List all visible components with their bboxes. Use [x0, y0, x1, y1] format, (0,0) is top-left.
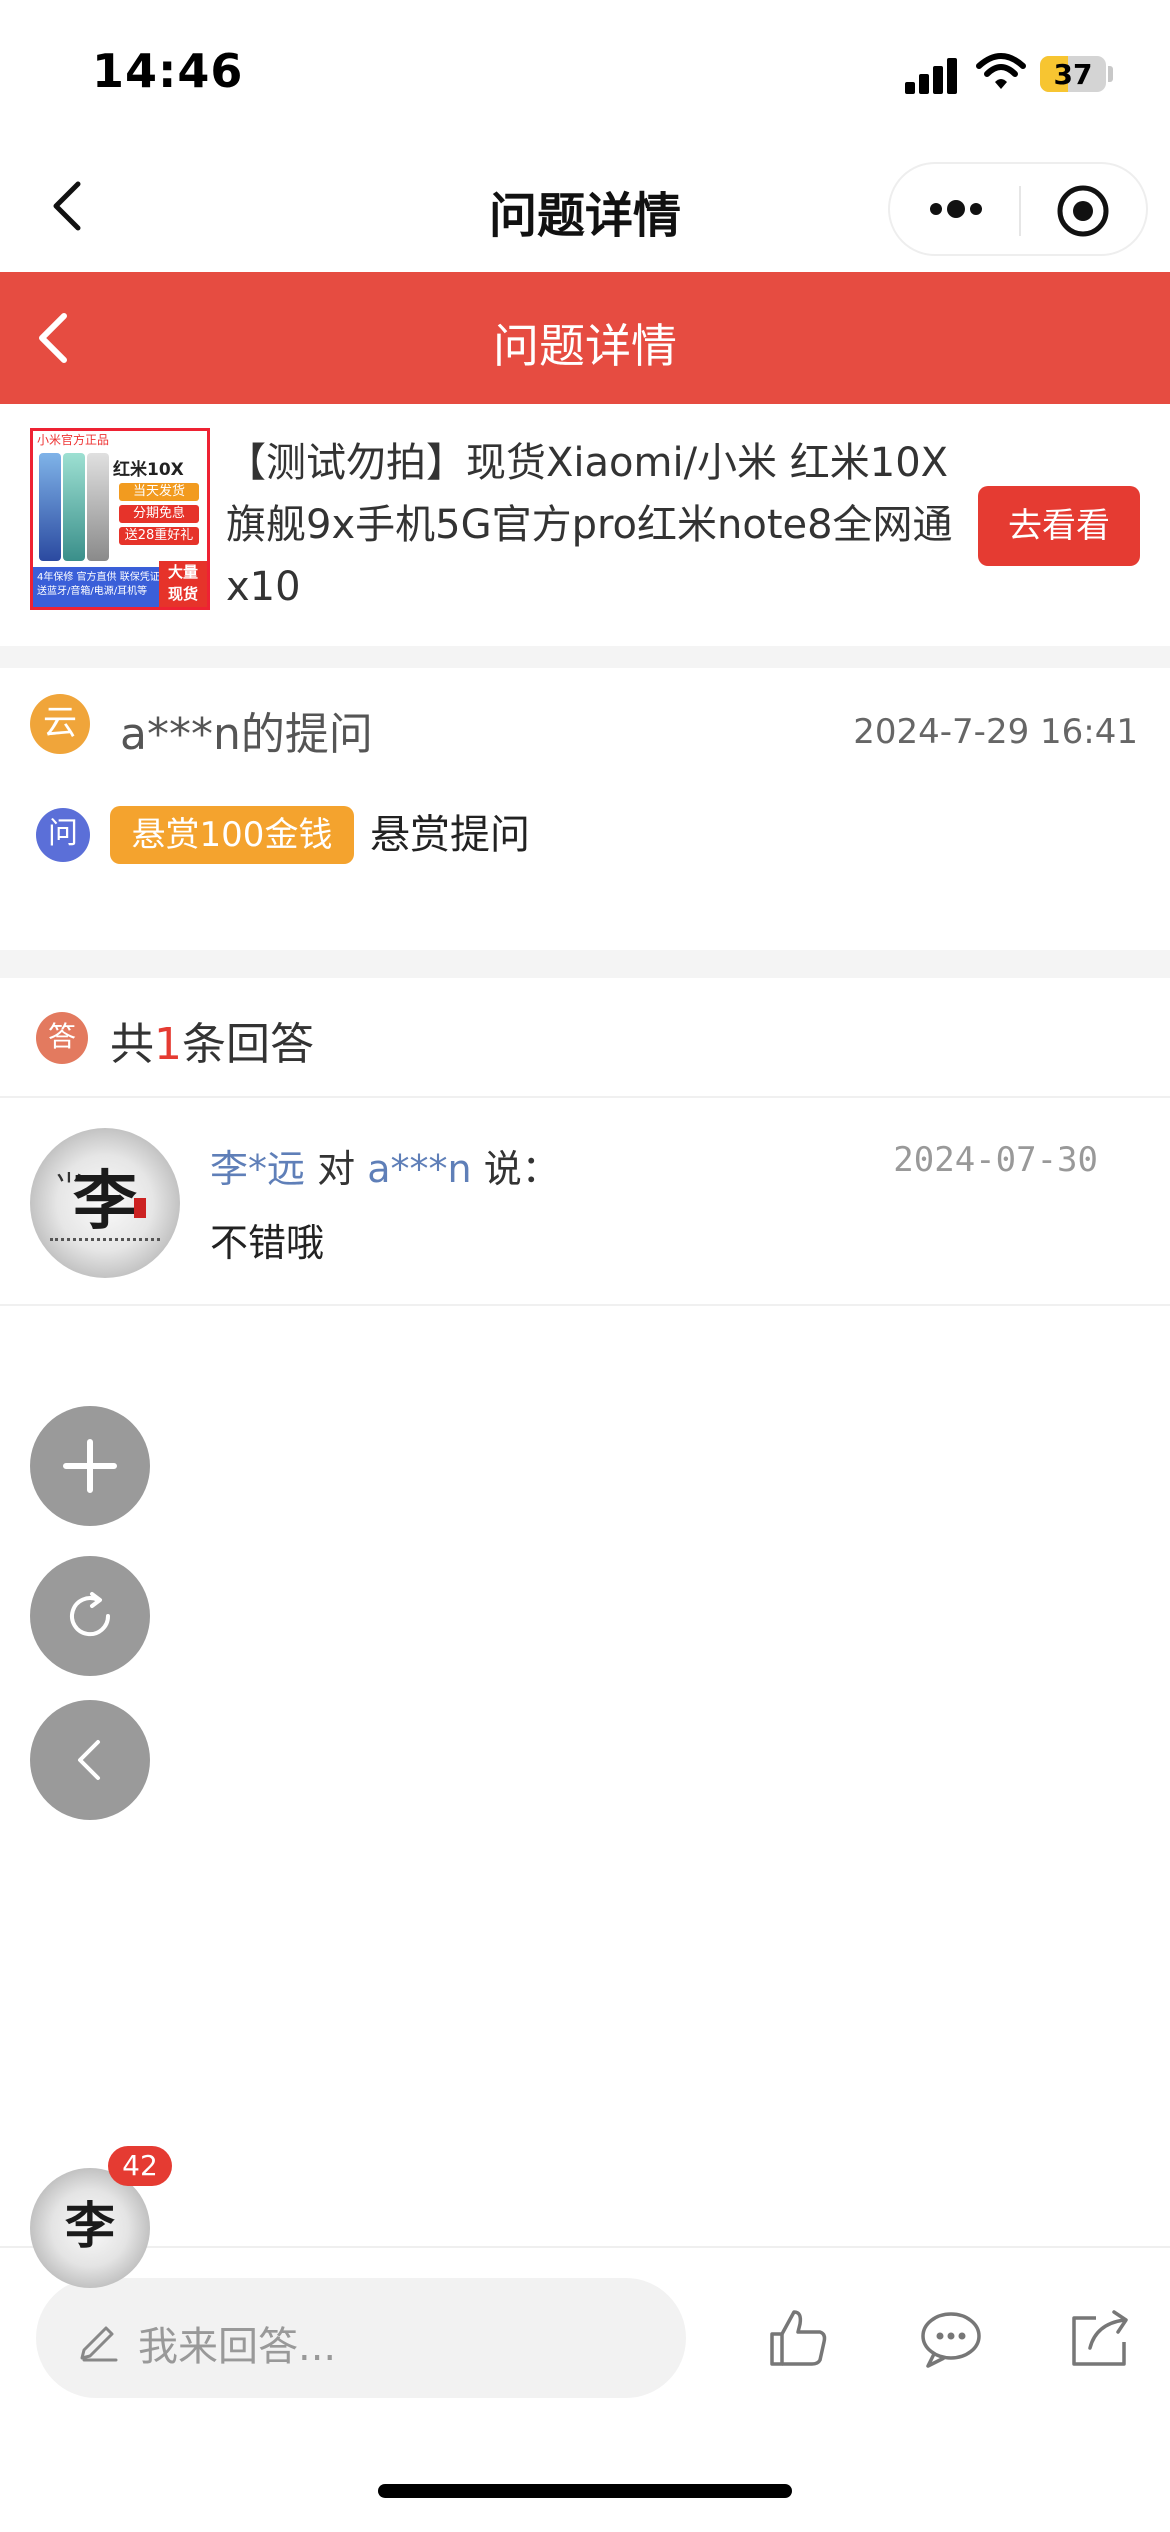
- answer-meta: 李*远 对 a***n 说：: [210, 1138, 560, 1193]
- more-icon[interactable]: [926, 189, 986, 229]
- answer-target-link[interactable]: a***n: [367, 1147, 471, 1191]
- divider: [0, 646, 1170, 668]
- reward-badge: 悬赏100金钱: [110, 806, 354, 864]
- battery-icon: 37: [1040, 56, 1106, 92]
- answer-say-word: 说：: [483, 1147, 560, 1191]
- avatar-script: [50, 1238, 160, 1250]
- thumb-brand: 小米官方正品: [37, 433, 110, 447]
- thumb-model: 红米10X: [113, 460, 184, 480]
- back-button[interactable]: [30, 1700, 150, 1820]
- thumb-tag: 送28重好礼: [119, 527, 199, 545]
- answer-item: ⺌ 李 李*远 对 a***n 说： 2024-07-30 不错哦: [0, 1098, 1170, 1306]
- answer-badge-icon: 答: [36, 1012, 88, 1064]
- answer-input-placeholder: 我来回答...: [138, 2324, 337, 2370]
- product-image[interactable]: 小米官方正品 红米10X 当天发货 分期免息 送28重好礼 4年保修 官方直供 …: [30, 428, 210, 610]
- battery-level: 37: [1053, 58, 1093, 91]
- answer-user-link[interactable]: 李*远: [210, 1147, 305, 1191]
- answer-text: 不错哦: [210, 1221, 325, 1265]
- refresh-button[interactable]: [30, 1556, 150, 1676]
- refresh-icon: [70, 1592, 111, 1637]
- question-badge-icon: 问: [36, 808, 90, 862]
- question-time: 2024-7-29 16:41: [853, 712, 1138, 752]
- thumb-big-label: 大量 现货: [159, 561, 207, 607]
- answers-count: 共1条回答: [110, 1019, 314, 1070]
- mini-program-nav: 问题详情: [0, 140, 1170, 272]
- battery-tip: [1108, 66, 1113, 82]
- question-text: 悬赏提问: [370, 812, 530, 858]
- home-indicator: [378, 2484, 792, 2498]
- avatar-char: 李: [73, 1164, 137, 1239]
- chevron-left-icon: [78, 1740, 100, 1780]
- question-block: 云 a***n的提问 2024-7-29 16:41 问 悬赏100金钱 悬赏提…: [0, 668, 1170, 950]
- user-avatar-float[interactable]: 李: [30, 2168, 150, 2288]
- answer-count-number: 1: [154, 1019, 182, 1070]
- capsule-divider: [1019, 186, 1021, 236]
- asker-title: a***n的提问: [120, 709, 373, 760]
- page-title: 问题详情: [493, 319, 677, 373]
- answer-date: 2024-07-30: [893, 1140, 1098, 1180]
- answer-to-word: 对: [317, 1147, 356, 1191]
- cloud-badge-icon: 云: [30, 694, 90, 754]
- capsule-menu: [888, 162, 1148, 256]
- avatar[interactable]: ⺌ 李: [30, 1128, 180, 1278]
- status-bar: 14:46 37: [0, 0, 1170, 140]
- share-icon[interactable]: [1066, 2304, 1136, 2374]
- product-card[interactable]: 小米官方正品 红米10X 当天发货 分期免息 送28重好礼 4年保修 官方直供 …: [0, 404, 1170, 646]
- comment-icon[interactable]: [916, 2304, 986, 2374]
- thumb-tag: 分期免息: [119, 505, 199, 523]
- answer-input[interactable]: 我来回答...: [36, 2278, 686, 2398]
- thumb-tag: 当天发货: [119, 483, 199, 501]
- mini-avatar-char: 李: [65, 2196, 115, 2255]
- page-header: 问题详情: [0, 272, 1170, 404]
- plus-icon: [63, 1439, 117, 1493]
- notification-badge: 42: [108, 2146, 172, 2186]
- answers-header: 答 共1条回答: [0, 978, 1170, 1098]
- product-title[interactable]: 【测试勿拍】现货Xiaomi/小米 红米10X旗舰9x手机5G官方pro红米no…: [226, 432, 956, 618]
- thumb-phones: [39, 453, 109, 563]
- signal-icon: [905, 58, 957, 94]
- view-product-button[interactable]: 去看看: [978, 486, 1140, 566]
- wifi-icon: [976, 53, 1026, 89]
- add-button[interactable]: [30, 1406, 150, 1526]
- thumbs-up-icon[interactable]: [764, 2304, 834, 2374]
- divider: [0, 950, 1170, 978]
- seal-icon: [134, 1198, 146, 1218]
- status-time: 14:46: [92, 44, 244, 98]
- pen-icon: [80, 2326, 118, 2362]
- target-icon[interactable]: [1056, 184, 1110, 238]
